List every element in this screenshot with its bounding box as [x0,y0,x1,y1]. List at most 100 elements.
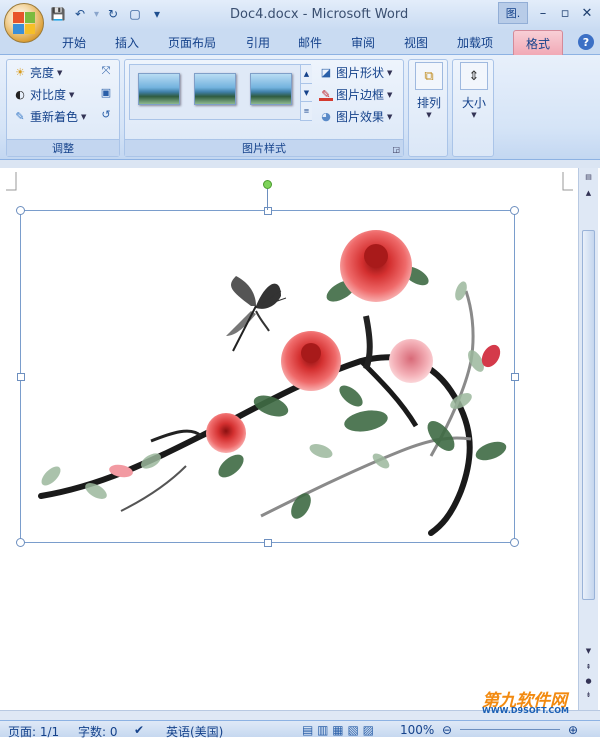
rotation-handle[interactable] [263,180,272,189]
tab-format[interactable]: 格式 [513,30,564,55]
resize-handle-top-left[interactable] [16,206,25,215]
zoom-in-icon[interactable]: ⊕ [568,723,578,737]
tab-addins[interactable]: 加载项 [457,34,493,51]
minimize-button[interactable]: – [532,2,554,24]
size-group[interactable]: ⇕ 大小 ▼ [452,59,494,157]
save-icon[interactable]: 💾 [50,6,66,22]
arrange-group[interactable]: ⧉ 排列 ▼ [408,59,448,157]
customize-qat-icon[interactable]: ▾ [149,6,165,22]
compress-picture-icon[interactable]: ⤧ [99,64,113,78]
chevron-down-icon: ▼ [387,112,393,121]
maximize-button[interactable]: ▫ [554,2,576,24]
resize-handle-bottom-right[interactable] [510,538,519,547]
selected-picture[interactable] [16,206,519,547]
picture-styles-gallery: ▲ ▼ ≡ [129,64,312,122]
arrange-button[interactable]: ⧉ 排列 ▼ [409,62,449,119]
recolor-label: 重新着色 [30,110,79,124]
word-count[interactable]: 字数: 0 [78,723,118,740]
ruler [0,160,600,168]
resize-handle-bottom-left[interactable] [16,538,25,547]
tab-insert[interactable]: 插入 [115,34,139,51]
chevron-down-icon: ▼ [387,68,393,77]
rose-butterfly-image [38,230,507,536]
chevron-down-icon: ▼ [81,112,87,121]
page-count[interactable]: 页面: 1/1 [8,723,59,740]
dialog-launcher-icon[interactable]: ◲ [392,145,400,154]
previous-page-icon[interactable]: ⇞ [582,660,595,673]
adjust-group: ☀ 亮度 ▼ ◐ 对比度 ▼ ✎ 重新着色 ▼ ⤧ ▣ ↺ 调整 [6,59,120,157]
chevron-down-icon: ▼ [69,90,75,99]
style-thumbnail[interactable] [250,73,292,105]
vertical-scrollbar[interactable]: ▤ ▲ ▼ ⇞ ● ⇟ [578,168,598,710]
picture-styles-group-label: 图片样式 [125,139,403,156]
change-picture-icon[interactable]: ▣ [99,86,113,100]
redo-icon[interactable]: ↻ [105,6,121,22]
language-indicator[interactable]: 英语(美国) [166,723,223,740]
chevron-down-icon: ▼ [471,111,477,119]
contrast-icon: ◐ [15,87,25,101]
tab-mailings[interactable]: 邮件 [298,34,322,51]
margin-corner-mark [6,172,17,191]
chevron-down-icon: ▼ [426,111,432,119]
scroll-thumb[interactable] [582,230,595,600]
picture-effects-button[interactable]: ◕ 图片效果 ▼ [319,108,392,125]
undo-icon[interactable]: ↶ [72,6,88,22]
contrast-label: 对比度 [30,88,67,102]
border-pen-icon: ✎ [319,88,333,101]
zoom-out-icon[interactable]: ⊖ [442,723,452,737]
zoom-level[interactable]: 100% [400,723,434,737]
gallery-scroll: ▲ ▼ ≡ [300,65,312,122]
gallery-down-icon[interactable]: ▼ [301,83,312,103]
resize-handle-left[interactable] [17,373,25,381]
window-title: Doc4.docx - Microsoft Word [230,7,409,22]
status-bar: 页面: 1/1 字数: 0 ✔ 英语(美国) ▤ ▥ ▦ ▧ ▨ 100% ⊖ … [0,720,600,740]
size-button[interactable]: ⇕ 大小 ▼ [454,62,494,119]
brightness-label: 亮度 [30,66,55,80]
gallery-up-icon[interactable]: ▲ [301,65,312,84]
resize-handle-right[interactable] [511,373,519,381]
margin-corner-mark [562,172,573,191]
next-page-icon[interactable]: ⇟ [582,688,595,701]
gallery-more-icon[interactable]: ≡ [301,102,312,122]
browse-object-icon[interactable]: ● [582,674,595,687]
resize-handle-top-right[interactable] [510,206,519,215]
picture-shape-label: 图片形状 [336,66,385,80]
resize-handle-top[interactable] [264,207,272,215]
adjust-group-label: 调整 [7,139,119,156]
recolor-icon: ✎ [15,109,25,123]
scroll-down-icon[interactable]: ▼ [582,644,595,657]
ruler-toggle-icon[interactable]: ▤ [582,170,595,183]
size-label: 大小 [461,96,486,110]
office-button[interactable] [4,3,44,43]
tab-home[interactable]: 开始 [62,34,86,51]
proofing-icon[interactable]: ✔ [134,723,144,737]
tab-view[interactable]: 视图 [404,34,428,51]
style-thumbnail[interactable] [194,73,236,105]
reset-picture-icon[interactable]: ↺ [99,108,113,122]
watermark-url: WWW.D9SOFT.COM [482,706,570,715]
style-thumbnail[interactable] [138,73,180,105]
scroll-up-icon[interactable]: ▲ [582,186,595,199]
size-icon: ⇕ [460,62,488,90]
quick-access-toolbar: 💾 ↶ ▾ ↻ ▢ ▾ [50,6,165,22]
tab-page-layout[interactable]: 页面布局 [168,34,216,51]
resize-handle-bottom[interactable] [264,539,272,547]
picture-border-button[interactable]: ✎ 图片边框 ▼ [319,86,392,103]
tab-review[interactable]: 审阅 [351,34,375,51]
new-document-icon[interactable]: ▢ [127,6,143,22]
arrange-label: 排列 [416,96,441,110]
picture-effects-label: 图片效果 [336,110,385,124]
picture-shape-button[interactable]: ◪ 图片形状 ▼ [319,64,393,81]
chevron-down-icon: ▼ [387,90,393,99]
chevron-down-icon: ▼ [57,68,63,77]
contrast-button[interactable]: ◐ 对比度 ▼ [13,86,74,103]
recolor-button[interactable]: ✎ 重新着色 ▼ [13,108,86,125]
undo-dropdown-icon[interactable]: ▾ [94,9,99,20]
view-buttons[interactable]: ▤ ▥ ▦ ▧ ▨ [302,723,374,737]
brightness-button[interactable]: ☀ 亮度 ▼ [13,64,62,81]
help-icon[interactable]: ? [578,34,594,50]
office-logo-icon [13,12,35,34]
close-button[interactable]: ✕ [576,2,598,24]
zoom-slider[interactable] [460,729,560,730]
tab-references[interactable]: 引用 [246,34,270,51]
